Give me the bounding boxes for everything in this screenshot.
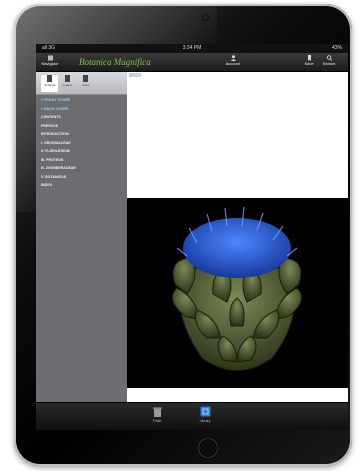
- save-button[interactable]: Save: [302, 55, 316, 69]
- app-title: Botanica Magnifica: [79, 57, 151, 67]
- library-button[interactable]: Library: [196, 406, 214, 428]
- book-icon: [47, 75, 52, 82]
- tab-contents[interactable]: contents: [41, 75, 58, 92]
- scene: all 3G 3:24 PM 43% Navigator Botanica Ma…: [0, 0, 364, 471]
- toc-item[interactable]: < BACK COVER: [36, 105, 127, 114]
- tab-notes[interactable]: notes: [77, 75, 94, 92]
- nav-bar: Navigator Botanica Magnifica Account Sav…: [36, 53, 348, 72]
- clock: 3:24 PM: [182, 45, 202, 51]
- table-of-contents: < FRONT COVER < BACK COVER CONTENTS PREF…: [36, 96, 127, 190]
- library-icon: [200, 406, 210, 417]
- toc-item[interactable]: V. BOTANICUS: [36, 173, 127, 182]
- account-button[interactable]: Account: [222, 55, 244, 69]
- toc-item[interactable]: II. FLORILEGIUM: [36, 147, 127, 156]
- sidebar-tabs: contents images notes: [36, 72, 127, 95]
- tab-images[interactable]: images: [59, 75, 76, 92]
- camera-icon: [203, 15, 208, 20]
- screen: all 3G 3:24 PM 43% Navigator Botanica Ma…: [36, 44, 348, 430]
- navigator-button[interactable]: Navigator: [40, 55, 60, 69]
- page-tab: [129, 73, 141, 77]
- status-bar: all 3G 3:24 PM 43%: [36, 44, 348, 53]
- note-icon: [83, 75, 88, 82]
- toc-item[interactable]: I. ORCHIDACEAE: [36, 139, 127, 148]
- toc-item[interactable]: INTRODUCTION: [36, 130, 127, 139]
- toc-item[interactable]: IV. ZINGIBERACEAE: [36, 164, 127, 173]
- toc-item[interactable]: INDEX: [36, 181, 127, 190]
- image-icon: [65, 75, 70, 82]
- toc-item[interactable]: < FRONT COVER: [36, 96, 127, 105]
- search-button[interactable]: Search: [320, 55, 338, 69]
- battery: 43%: [331, 45, 342, 51]
- home-button[interactable]: [198, 438, 218, 458]
- trash-button[interactable]: Trash: [148, 406, 166, 428]
- toc-item[interactable]: III. PROTEUS: [36, 156, 127, 165]
- artichoke-photo: [127, 198, 348, 388]
- trash-icon: [152, 407, 162, 417]
- sidebar: contents images notes < FRONT COVER < BA…: [36, 72, 127, 402]
- bottom-toolbar: Trash Library: [36, 402, 348, 430]
- toc-item[interactable]: PREFACE: [36, 122, 127, 131]
- toc-item[interactable]: CONTENTS: [36, 113, 127, 122]
- book-page[interactable]: 27: [127, 72, 348, 421]
- artichoke-illustration: [172, 206, 302, 371]
